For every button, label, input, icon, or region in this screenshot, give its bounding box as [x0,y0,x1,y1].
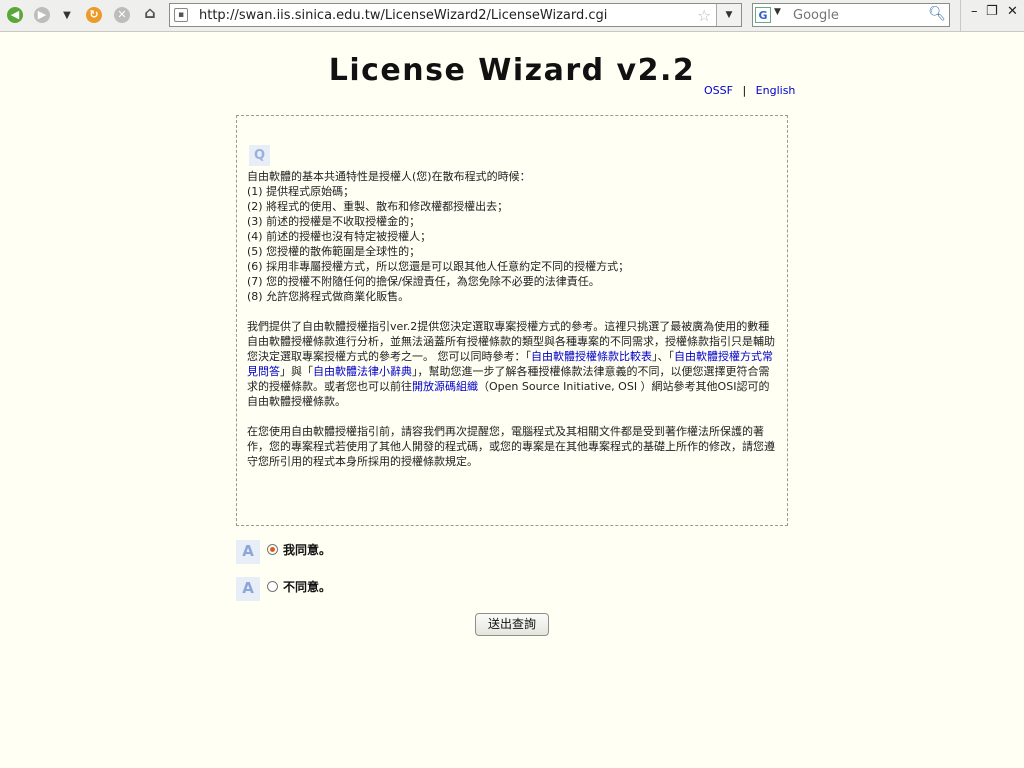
search-icon[interactable]: 🔍︎ [928,6,946,22]
search-input[interactable] [793,7,923,23]
question-content: 自由軟體的基本共通特性是授權人(您)在散布程式的時候： (1) 提供程式原始碼；… [247,169,777,469]
language-links: OSSF | English [704,84,795,97]
osi-link[interactable]: 開放源碼組織 [412,380,478,393]
page-icon: ▪ [174,8,188,22]
question-line: (2) 將程式的使用、重製、散布和修改權都授權出去； [247,200,509,213]
url-text[interactable]: http://swan.iis.sinica.edu.tw/LicenseWiz… [199,8,607,23]
disagree-radio[interactable] [267,581,278,592]
license-comparison-link[interactable]: 自由軟體授權條款比較表 [531,350,652,363]
disagree-label[interactable]: 不同意。 [283,578,331,595]
minimize-icon[interactable]: – [971,4,978,19]
google-engine-icon[interactable]: G [755,7,771,23]
page-title: License Wizard v2.2 [328,53,696,88]
window-controls: – ❐ ✕ [960,0,1024,32]
question-box: Q 自由軟體的基本共通特性是授權人(您)在散布程式的時候： (1) 提供程式原始… [236,115,788,526]
question-line: (7) 您的授權不附隨任何的擔保/保證責任，為您免除不必要的法律責任。 [247,275,600,288]
history-dropdown-icon[interactable]: ▼ [60,8,74,22]
agree-label[interactable]: 我同意。 [283,541,331,558]
question-line: (4) 前述的授權也沒有特定被授權人； [247,230,432,243]
question-line: (6) 採用非專屬授權方式，所以您還是可以跟其他人任意約定不同的授權方式； [247,260,630,273]
english-link[interactable]: English [756,84,796,97]
close-icon[interactable]: ✕ [1007,4,1018,19]
submit-button[interactable]: 送出查詢 [475,613,549,636]
url-dropdown-icon[interactable]: ▼ [716,4,741,26]
search-bar[interactable]: G ▼ 🔍︎ [752,3,950,27]
restore-icon[interactable]: ❐ [986,4,998,19]
home-icon[interactable]: ⌂ [140,5,160,21]
reference-paragraph: 我們提供了自由軟體授權指引ver.2提供您決定選取專案授權方式的參考。這裡只挑選… [247,320,775,408]
url-bar[interactable]: ▪ http://swan.iis.sinica.edu.tw/LicenseW… [169,3,742,27]
forward-icon[interactable]: ▶ [34,7,50,23]
link-separator: | [742,84,747,97]
stop-icon[interactable]: ✕ [114,7,130,23]
question-line: (5) 您授權的散佈範圍是全球性的； [247,245,421,258]
ossf-link[interactable]: OSSF [704,84,733,97]
question-line: (3) 前述的授權是不收取授權金的； [247,215,421,228]
answer-icon: A [236,577,260,601]
reload-icon[interactable]: ↻ [86,7,102,23]
question-icon: Q [249,145,270,166]
legal-dictionary-link[interactable]: 自由軟體法律小辭典 [313,365,412,378]
bookmark-star-icon[interactable]: ☆ [697,6,711,25]
question-line: 自由軟體的基本共通特性是授權人(您)在散布程式的時候： [247,170,531,183]
question-line: (1) 提供程式原始碼； [247,185,355,198]
engine-dropdown-icon[interactable]: ▼ [774,7,781,17]
question-line: (8) 允許您將程式做商業化販售。 [247,290,410,303]
agree-radio[interactable] [267,544,278,555]
reminder-paragraph: 在您使用自由軟體授權指引前，請容我們再次提醒您，電腦程式及其相關文件都是受到著作… [247,425,775,468]
back-icon[interactable]: ◀ [7,7,23,23]
browser-toolbar: ◀ ▶ ▼ ↻ ✕ ⌂ ▪ http://swan.iis.sinica.edu… [0,0,1024,32]
answer-icon: A [236,540,260,564]
